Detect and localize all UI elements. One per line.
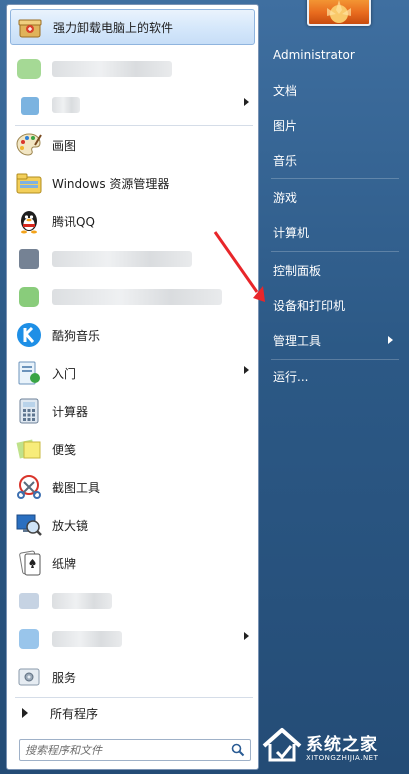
place-label: 音乐: [273, 153, 298, 168]
blurred-app-icon: [14, 624, 44, 654]
separator: [15, 125, 253, 126]
watermark-subtext: XITONGZHIJIA.NET: [306, 754, 379, 762]
program-label: 腾讯QQ: [52, 214, 95, 229]
scissors-icon: [14, 472, 44, 502]
search-box[interactable]: [19, 739, 251, 761]
watermark-text: 系统之家: [306, 735, 378, 755]
separator: [271, 251, 399, 252]
paint-palette-icon: [14, 130, 44, 160]
program-item-qq[interactable]: 腾讯QQ: [10, 203, 255, 239]
blurred-program-item[interactable]: [10, 87, 255, 123]
place-label: 图片: [273, 118, 298, 133]
submenu-arrow-icon: [388, 336, 393, 344]
program-item-paint[interactable]: 画图: [10, 127, 255, 163]
kugou-icon: [14, 320, 44, 350]
blurred-app-icon: [14, 282, 44, 312]
blurred-label: [52, 61, 172, 77]
separator: [15, 697, 253, 698]
place-item-documents[interactable]: 文档: [265, 77, 403, 103]
playing-cards-icon: [14, 548, 44, 578]
program-label: 放大镜: [52, 518, 89, 533]
blurred-program-item[interactable]: [10, 279, 255, 315]
program-item-magnifier[interactable]: 放大镜: [10, 507, 255, 543]
place-label: 控制面板: [273, 263, 322, 278]
blurred-app-icon: [14, 586, 44, 616]
watermark: 系统之家 XITONGZHIJIA.NET: [258, 718, 406, 770]
blurred-program-item[interactable]: [10, 621, 255, 657]
qq-penguin-icon: [14, 206, 44, 236]
program-item-solitaire[interactable]: 纸牌: [10, 545, 255, 581]
place-item-music[interactable]: 音乐: [265, 147, 403, 173]
place-label: 运行...: [273, 369, 309, 384]
search-icon[interactable]: [229, 741, 247, 759]
explorer-folder-icon: [14, 168, 44, 198]
services-gear-icon: [14, 662, 44, 692]
program-item-sticky-notes[interactable]: 便笺: [10, 431, 255, 467]
blurred-program-item[interactable]: [10, 583, 255, 619]
place-item-administrator[interactable]: Administrator: [265, 42, 403, 68]
blurred-app-icon: [14, 54, 44, 84]
program-item-calculator[interactable]: 计算器: [10, 393, 255, 429]
expand-arrow-icon: [22, 708, 28, 718]
place-label: 设备和打印机: [273, 298, 346, 313]
pinned-item-uninstall-software[interactable]: 强力卸载电脑上的软件: [10, 9, 255, 45]
submenu-arrow-icon: [244, 366, 249, 374]
user-avatar[interactable]: [307, 0, 371, 26]
start-menu: 强力卸载电脑上的软件 画图 Windows 资源管理器 腾讯QQ 酷狗音乐 入门…: [0, 0, 409, 774]
program-label: 计算器: [52, 404, 89, 419]
blurred-app-icon: [14, 90, 44, 120]
program-label: 纸牌: [52, 556, 77, 571]
programs-panel: 强力卸载电脑上的软件 画图 Windows 资源管理器 腾讯QQ 酷狗音乐 入门…: [6, 4, 259, 770]
program-item-services[interactable]: 服务: [10, 659, 255, 695]
place-item-games[interactable]: 游戏: [265, 184, 403, 210]
blurred-label: [52, 251, 192, 267]
program-label: 服务: [52, 670, 77, 685]
place-item-control-panel[interactable]: 控制面板: [265, 257, 403, 283]
place-item-devices-and-printers[interactable]: 设备和打印机: [265, 292, 403, 318]
program-label: 酷狗音乐: [52, 328, 101, 343]
blurred-app-icon: [14, 244, 44, 274]
magnifier-icon: [14, 510, 44, 540]
place-item-administrative-tools[interactable]: 管理工具: [265, 327, 403, 353]
program-label: 截图工具: [52, 480, 101, 495]
blurred-label: [52, 593, 112, 609]
submenu-arrow-icon: [244, 632, 249, 640]
program-item-getting-started[interactable]: 入门: [10, 355, 255, 391]
separator: [271, 359, 399, 360]
search-input[interactable]: [20, 742, 229, 758]
separator: [271, 178, 399, 179]
getting-started-icon: [14, 358, 44, 388]
blurred-label: [52, 289, 222, 305]
place-label: Administrator: [273, 48, 355, 62]
blurred-label: [52, 631, 122, 647]
program-item-windows-explorer[interactable]: Windows 资源管理器: [10, 165, 255, 201]
blurred-program-item[interactable]: [10, 51, 255, 87]
place-item-computer[interactable]: 计算机: [265, 219, 403, 245]
place-label: 计算机: [273, 225, 310, 240]
software-box-icon: [15, 12, 45, 42]
place-item-run[interactable]: 运行...: [265, 363, 403, 389]
place-label: 文档: [273, 83, 298, 98]
place-label: 游戏: [273, 190, 298, 205]
program-label: 画图: [52, 138, 77, 153]
program-label: 便笺: [52, 442, 77, 457]
all-programs-button[interactable]: 所有程序: [10, 701, 255, 725]
program-label: Windows 资源管理器: [52, 176, 170, 191]
places-panel: Administrator 文档 图片 音乐 游戏 计算机 控制面板 设备和打印…: [259, 0, 409, 774]
blurred-program-item[interactable]: [10, 241, 255, 277]
place-label: 管理工具: [273, 333, 322, 348]
all-programs-label: 所有程序: [50, 706, 99, 721]
program-label: 入门: [52, 366, 77, 381]
place-item-pictures[interactable]: 图片: [265, 112, 403, 138]
blurred-label: [52, 97, 80, 113]
submenu-arrow-icon: [244, 98, 249, 106]
program-item-kugou-music[interactable]: 酷狗音乐: [10, 317, 255, 353]
calculator-icon: [14, 396, 44, 426]
watermark-house-icon: [262, 728, 302, 762]
program-item-snipping-tool[interactable]: 截图工具: [10, 469, 255, 505]
pinned-item-label: 强力卸载电脑上的软件: [53, 20, 174, 35]
sticky-notes-icon: [14, 434, 44, 464]
